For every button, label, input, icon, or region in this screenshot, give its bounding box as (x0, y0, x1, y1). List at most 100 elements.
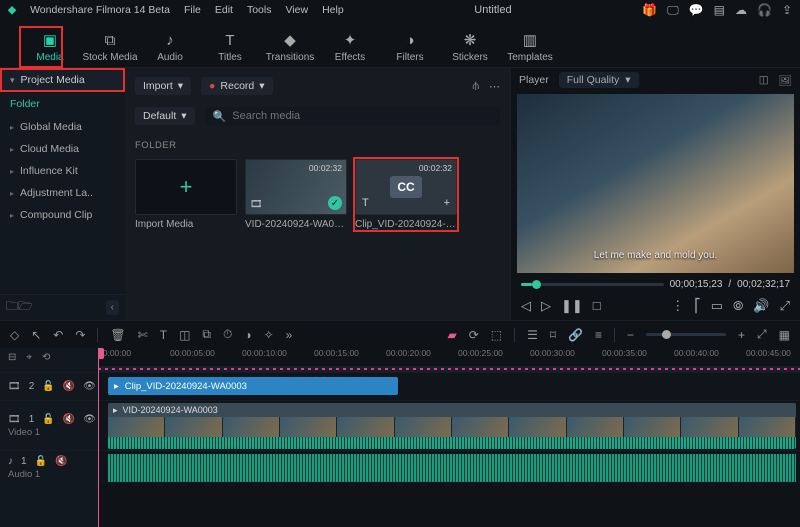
track-header-video1[interactable]: 🎞1🔓🔇👁 Video 1 (0, 400, 98, 450)
eye-icon[interactable]: 👁 (83, 414, 96, 425)
headset-icon[interactable]: 🎧 (757, 3, 772, 18)
menu-tools[interactable]: Tools (247, 4, 272, 16)
redo-icon[interactable]: ↷ (75, 328, 85, 342)
snapshot-icon[interactable]: 🖼 (779, 74, 792, 87)
sidebar-item-adjustment-layer[interactable]: ▸Adjustment La.. (0, 182, 125, 204)
crop-icon[interactable]: ◫ (179, 328, 190, 342)
sidebar-item-cloud-media[interactable]: ▸Cloud Media (0, 138, 125, 160)
stop-button[interactable]: □ (593, 298, 601, 314)
track-header-cc[interactable]: 🎞2 🔓 🔇 👁 (0, 372, 98, 400)
play-button[interactable]: ▷ (541, 298, 551, 314)
fullscreen-icon[interactable]: ⤢ (780, 298, 790, 314)
video-preview[interactable]: Let me make and mold you. (517, 94, 794, 273)
ai-icon[interactable]: ✧ (264, 328, 274, 342)
more-icon[interactable]: ⋯ (489, 80, 500, 93)
prev-frame-button[interactable]: ◁ (521, 298, 531, 314)
ai-badge-icon[interactable]: ▰ (447, 328, 456, 342)
zoom-in-icon[interactable]: + (738, 328, 745, 342)
tab-stock-media[interactable]: ⧉Stock Media (82, 32, 138, 67)
color-icon[interactable]: ◑ (244, 328, 251, 342)
menu-help[interactable]: Help (322, 4, 344, 16)
speed-icon[interactable]: ⏱ (223, 327, 232, 342)
export-icon[interactable]: ⇪ (782, 3, 792, 18)
collapse-sidebar-button[interactable]: ‹ (106, 300, 119, 315)
text-tool-icon[interactable]: T (160, 328, 167, 342)
lock-icon[interactable]: 🔓 (42, 414, 54, 425)
mute-icon[interactable]: 🔇 (55, 456, 67, 467)
mark-in-icon[interactable]: ⎡ (694, 298, 701, 314)
media-tile-video[interactable]: 00:02:32 🎞 ✓ VID-20240924-WA0003 (245, 159, 347, 230)
cloud-icon[interactable]: ☁ (735, 3, 747, 18)
zoom-slider[interactable] (646, 333, 726, 336)
camera-icon[interactable]: ⦾ (733, 298, 743, 314)
sidebar-item-compound-clip[interactable]: ▸Compound Clip (0, 204, 125, 226)
undo-icon[interactable]: ↶ (53, 328, 63, 342)
time-ruler[interactable]: 00:00:0000:00:05:0000:00:10:0000:00:15:0… (98, 348, 800, 366)
marker-tool-icon[interactable]: ⬚ (491, 328, 502, 342)
snap-icon[interactable]: ⌑ (550, 328, 556, 342)
import-media-tile[interactable]: + Import Media (135, 159, 237, 230)
track-opts-icon[interactable]: ☰ (527, 328, 538, 342)
quality-select[interactable]: Full Quality▾ (559, 72, 639, 88)
display-icon[interactable]: ▭ (711, 298, 723, 314)
magnet-icon[interactable]: ⌖ (26, 352, 32, 363)
folder-label[interactable]: Folder (0, 92, 125, 116)
library-icon[interactable]: ▤ (714, 3, 725, 18)
cut-icon[interactable]: ✄ (138, 328, 148, 342)
search-input[interactable] (232, 110, 492, 122)
filter-icon[interactable]: ⫛ (472, 80, 479, 93)
message-icon[interactable]: 💬 (689, 3, 704, 18)
sort-default-button[interactable]: Default▾ (135, 107, 195, 125)
playhead-dot[interactable] (532, 280, 541, 289)
record-button[interactable]: ●Record▾ (201, 77, 272, 95)
more-play-icon[interactable]: ⋮ (671, 298, 684, 314)
track-cc[interactable]: ▸ Clip_VID-20240924-WA0003 (98, 372, 800, 400)
import-button[interactable]: Import▾ (135, 77, 191, 95)
add-icon[interactable]: + (444, 197, 450, 209)
compare-icon[interactable]: ◫ (759, 74, 769, 86)
tab-stickers[interactable]: ❋Stickers (442, 31, 498, 67)
zoom-handle[interactable] (662, 330, 671, 339)
sidebar-item-global-media[interactable]: ▸Global Media (0, 116, 125, 138)
lock-icon[interactable]: 🔓 (42, 381, 54, 392)
gift-icon[interactable]: 🎁 (642, 3, 657, 18)
playhead[interactable] (98, 348, 99, 527)
link-icon[interactable]: 🔗 (568, 328, 583, 342)
tab-filters[interactable]: ◑Filters (382, 32, 438, 67)
progress-bar[interactable] (521, 283, 664, 286)
clip-cc[interactable]: ▸ Clip_VID-20240924-WA0003 (108, 377, 398, 395)
auto-icon[interactable]: ⟲ (42, 352, 50, 363)
delete-icon[interactable]: 🗑 (110, 328, 125, 342)
tab-titles[interactable]: TTitles (202, 32, 258, 67)
layout-icon[interactable]: ▦ (779, 328, 790, 342)
mute-icon[interactable]: 🔇 (63, 414, 75, 425)
tab-audio[interactable]: ♪Audio (142, 32, 198, 67)
playhead-handle[interactable] (98, 348, 104, 359)
mixer-icon[interactable]: ≡ (595, 328, 602, 342)
project-media-header[interactable]: ▾ Project Media (0, 68, 125, 92)
clip-video[interactable]: ▸VID-20240924-WA0003 (108, 403, 796, 449)
copy-icon[interactable]: ⧉ (202, 327, 211, 342)
tab-templates[interactable]: ▥Templates (502, 31, 558, 67)
search-media-field[interactable]: 🔍 (205, 107, 500, 126)
track-audio1[interactable] (98, 450, 800, 484)
track-header-audio1[interactable]: ♪1🔓🔇 Audio 1 (0, 450, 98, 484)
more-tools-icon[interactable]: » (286, 328, 293, 342)
select-tool-icon[interactable]: ↖ (31, 328, 41, 342)
menu-edit[interactable]: Edit (215, 4, 233, 16)
track-video1[interactable]: ▸VID-20240924-WA0003 (98, 400, 800, 450)
menu-file[interactable]: File (184, 4, 201, 16)
zoom-out-icon[interactable]: − (627, 328, 634, 342)
tab-media[interactable]: ▣ Media (22, 31, 78, 67)
link-tracks-icon[interactable]: ⊟ (8, 352, 16, 363)
lock-icon[interactable]: 🔓 (35, 456, 47, 467)
volume-icon[interactable]: 🔊 (753, 298, 769, 314)
fit-icon[interactable]: ⤢ (757, 327, 767, 342)
timeline-canvas[interactable]: 00:00:0000:00:05:0000:00:10:0000:00:15:0… (98, 348, 800, 527)
sidebar-item-influence-kit[interactable]: ▸Influence Kit (0, 160, 125, 182)
mute-icon[interactable]: 🔇 (63, 381, 75, 392)
eye-icon[interactable]: 👁 (83, 381, 96, 392)
media-tile-cc[interactable]: 00:02:32 CC T + Clip_VID-20240924-W... (355, 159, 457, 230)
pointer-tool-icon[interactable]: ◇ (10, 328, 19, 342)
new-bin-icon[interactable]: 🗁 (18, 297, 33, 318)
